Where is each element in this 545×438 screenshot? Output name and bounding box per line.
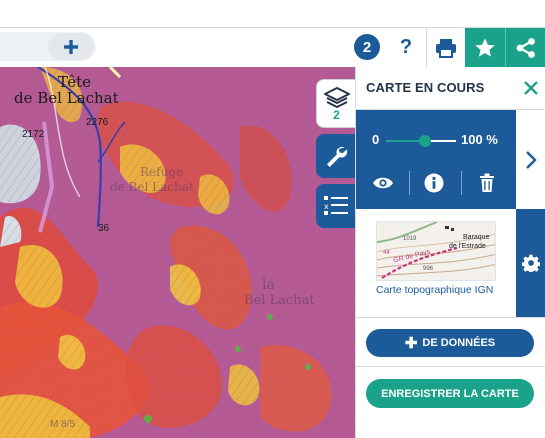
eye-icon <box>373 177 393 189</box>
opacity-slider-handle[interactable] <box>419 135 432 147</box>
layer-card: Baraque de l'Estrade 1019 996 44 GR de P… <box>356 209 516 317</box>
layers-count: 2 <box>333 107 340 122</box>
tab-layers[interactable]: 2 <box>316 79 356 128</box>
top-toolbar: 2 ? <box>0 0 545 67</box>
layer-count-badge[interactable]: 2 <box>354 34 380 60</box>
opacity-max-label: 100 % <box>461 132 498 147</box>
help-label: ? <box>399 36 413 58</box>
favorite-button[interactable] <box>465 28 505 67</box>
gear-icon <box>522 254 540 272</box>
panel-divider <box>356 366 545 367</box>
legend-list-icon: x <box>324 196 348 215</box>
help-button[interactable]: ? <box>387 28 425 67</box>
tab-tools[interactable] <box>316 134 356 178</box>
tab-legend[interactable]: x <box>316 184 356 228</box>
chevron-right-icon <box>526 150 537 169</box>
wrench-icon <box>327 146 348 167</box>
visibility-button[interactable] <box>366 168 400 198</box>
opacity-min-label: 0 <box>372 132 380 147</box>
layer-controls: 0 100 % <box>356 110 516 209</box>
layer-settings-button[interactable] <box>516 209 545 317</box>
map-label: la <box>262 277 275 293</box>
add-button[interactable] <box>48 33 94 60</box>
thumbnail-label: 996 <box>423 266 434 272</box>
map-label: 2276 <box>86 117 109 128</box>
control-separator <box>461 171 462 195</box>
close-panel-button[interactable] <box>520 77 542 99</box>
map-canvas <box>0 67 355 438</box>
plus-icon <box>64 39 78 54</box>
map-label: de Bel Lachat <box>14 89 119 107</box>
trash-icon <box>480 173 494 192</box>
share-icon <box>516 37 535 58</box>
map-label: 36 <box>98 223 110 234</box>
info-icon <box>424 173 444 193</box>
add-data-label: DE DONNÉES <box>422 337 496 349</box>
map-view[interactable]: Tête de Bel Lachat 2172 2276 36 Refuge d… <box>0 67 355 438</box>
add-data-button[interactable]: ✚ DE DONNÉES <box>366 329 534 357</box>
map-label: M 8/5 <box>50 419 76 430</box>
topo-map-thumbnail <box>377 222 495 280</box>
map-label: Bel Lachat <box>244 293 315 308</box>
thumbnail-label: Baraque <box>463 234 490 241</box>
delete-layer-button[interactable] <box>470 168 504 198</box>
thumbnail-label: 1019 <box>403 236 417 242</box>
svg-text:x: x <box>324 202 329 211</box>
map-label: Refuge <box>140 165 184 179</box>
panel-title: CARTE EN COURS <box>366 80 485 95</box>
save-map-button[interactable]: ENREGISTRER LA CARTE <box>366 379 534 408</box>
layer-thumbnail[interactable]: Baraque de l'Estrade 1019 996 44 GR de P… <box>376 221 496 281</box>
layers-icon <box>323 86 350 108</box>
plus-icon: ✚ <box>404 335 418 352</box>
panel-divider <box>356 317 545 318</box>
print-button[interactable] <box>426 28 464 67</box>
print-icon <box>435 38 456 58</box>
info-button[interactable] <box>417 168 451 198</box>
map-label: de Bel Lachat <box>110 180 194 194</box>
layer-name: Carte topographique IGN <box>376 284 494 296</box>
star-icon <box>475 37 495 57</box>
opacity-slider[interactable] <box>386 135 456 147</box>
share-button[interactable] <box>505 28 545 67</box>
close-icon <box>524 81 538 95</box>
thumbnail-label: 44 <box>383 250 390 256</box>
current-map-panel: CARTE EN COURS 0 100 % Baraque de l'Estr… <box>355 67 545 438</box>
save-map-label: ENREGISTRER LA CARTE <box>381 387 519 400</box>
thumbnail-label: de l'Estrade <box>449 243 486 250</box>
map-label: 2172 <box>22 129 45 140</box>
expand-layer-button[interactable] <box>516 110 545 209</box>
control-separator <box>409 171 410 195</box>
